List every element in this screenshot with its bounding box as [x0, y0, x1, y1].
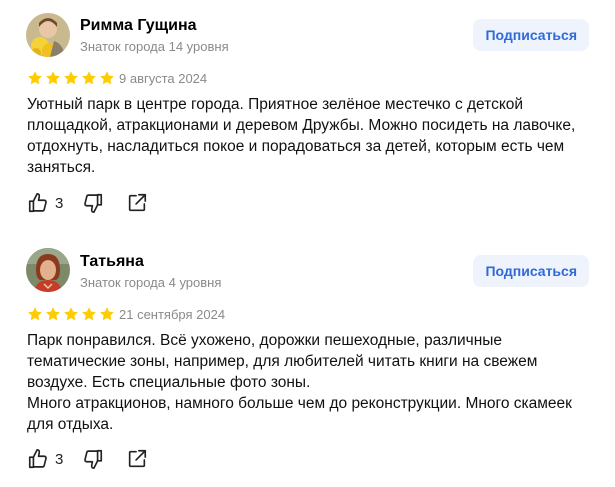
- like-count: 3: [55, 194, 64, 212]
- thumbs-up-icon: [28, 449, 47, 469]
- review-text: Парк понравился. Всё ухожено, дорожки пе…: [27, 330, 592, 435]
- star-icon: [46, 71, 60, 85]
- author-level: Знаток города 14 уровня: [80, 39, 229, 54]
- like-button[interactable]: 3: [27, 448, 63, 470]
- avatar[interactable]: [26, 248, 70, 292]
- star-icon: [82, 71, 96, 85]
- author-name[interactable]: Татьяна: [80, 253, 144, 271]
- star-icon: [28, 71, 42, 85]
- star-icon: [64, 71, 78, 85]
- review-date: 9 августа 2024: [119, 71, 208, 86]
- thumbs-up-icon: [28, 193, 47, 213]
- share-icon: [129, 193, 147, 212]
- review-card: Татьяна Знаток города 4 уровня Подписать…: [0, 240, 615, 487]
- review-text-line: Парк понравился. Всё ухожено, дорожки пе…: [27, 332, 538, 391]
- like-button[interactable]: 3: [27, 192, 63, 214]
- star-icon: [100, 71, 114, 85]
- thumbs-down-icon: [84, 449, 103, 469]
- review-actions: 3: [27, 448, 148, 470]
- like-count: 3: [55, 450, 64, 468]
- avatar[interactable]: [26, 13, 70, 57]
- author-name[interactable]: Римма Гущина: [80, 17, 197, 35]
- dislike-button[interactable]: [82, 448, 104, 470]
- review-text-line: Уютный парк в центре города. Приятное зе…: [27, 96, 576, 176]
- review-card: Римма Гущина Знаток города 14 уровня Под…: [0, 0, 615, 240]
- author-level: Знаток города 4 уровня: [80, 275, 222, 290]
- review-actions: 3: [27, 192, 148, 214]
- star-icon: [46, 307, 60, 321]
- star-icon: [64, 307, 78, 321]
- review-text-line: Много атракционов, намного больше чем до…: [27, 395, 572, 433]
- share-icon: [129, 449, 147, 468]
- share-button[interactable]: [126, 448, 148, 470]
- review-text: Уютный парк в центре города. Приятное зе…: [27, 94, 592, 178]
- share-button[interactable]: [126, 192, 148, 214]
- rating-stars: [27, 70, 115, 86]
- star-icon: [28, 307, 42, 321]
- subscribe-button[interactable]: Подписаться: [473, 19, 589, 51]
- dislike-button[interactable]: [82, 192, 104, 214]
- review-date: 21 сентября 2024: [119, 307, 226, 322]
- rating-stars: [27, 306, 115, 322]
- star-icon: [82, 307, 96, 321]
- thumbs-down-icon: [84, 193, 103, 213]
- star-icon: [100, 307, 114, 321]
- subscribe-button[interactable]: Подписаться: [473, 255, 589, 287]
